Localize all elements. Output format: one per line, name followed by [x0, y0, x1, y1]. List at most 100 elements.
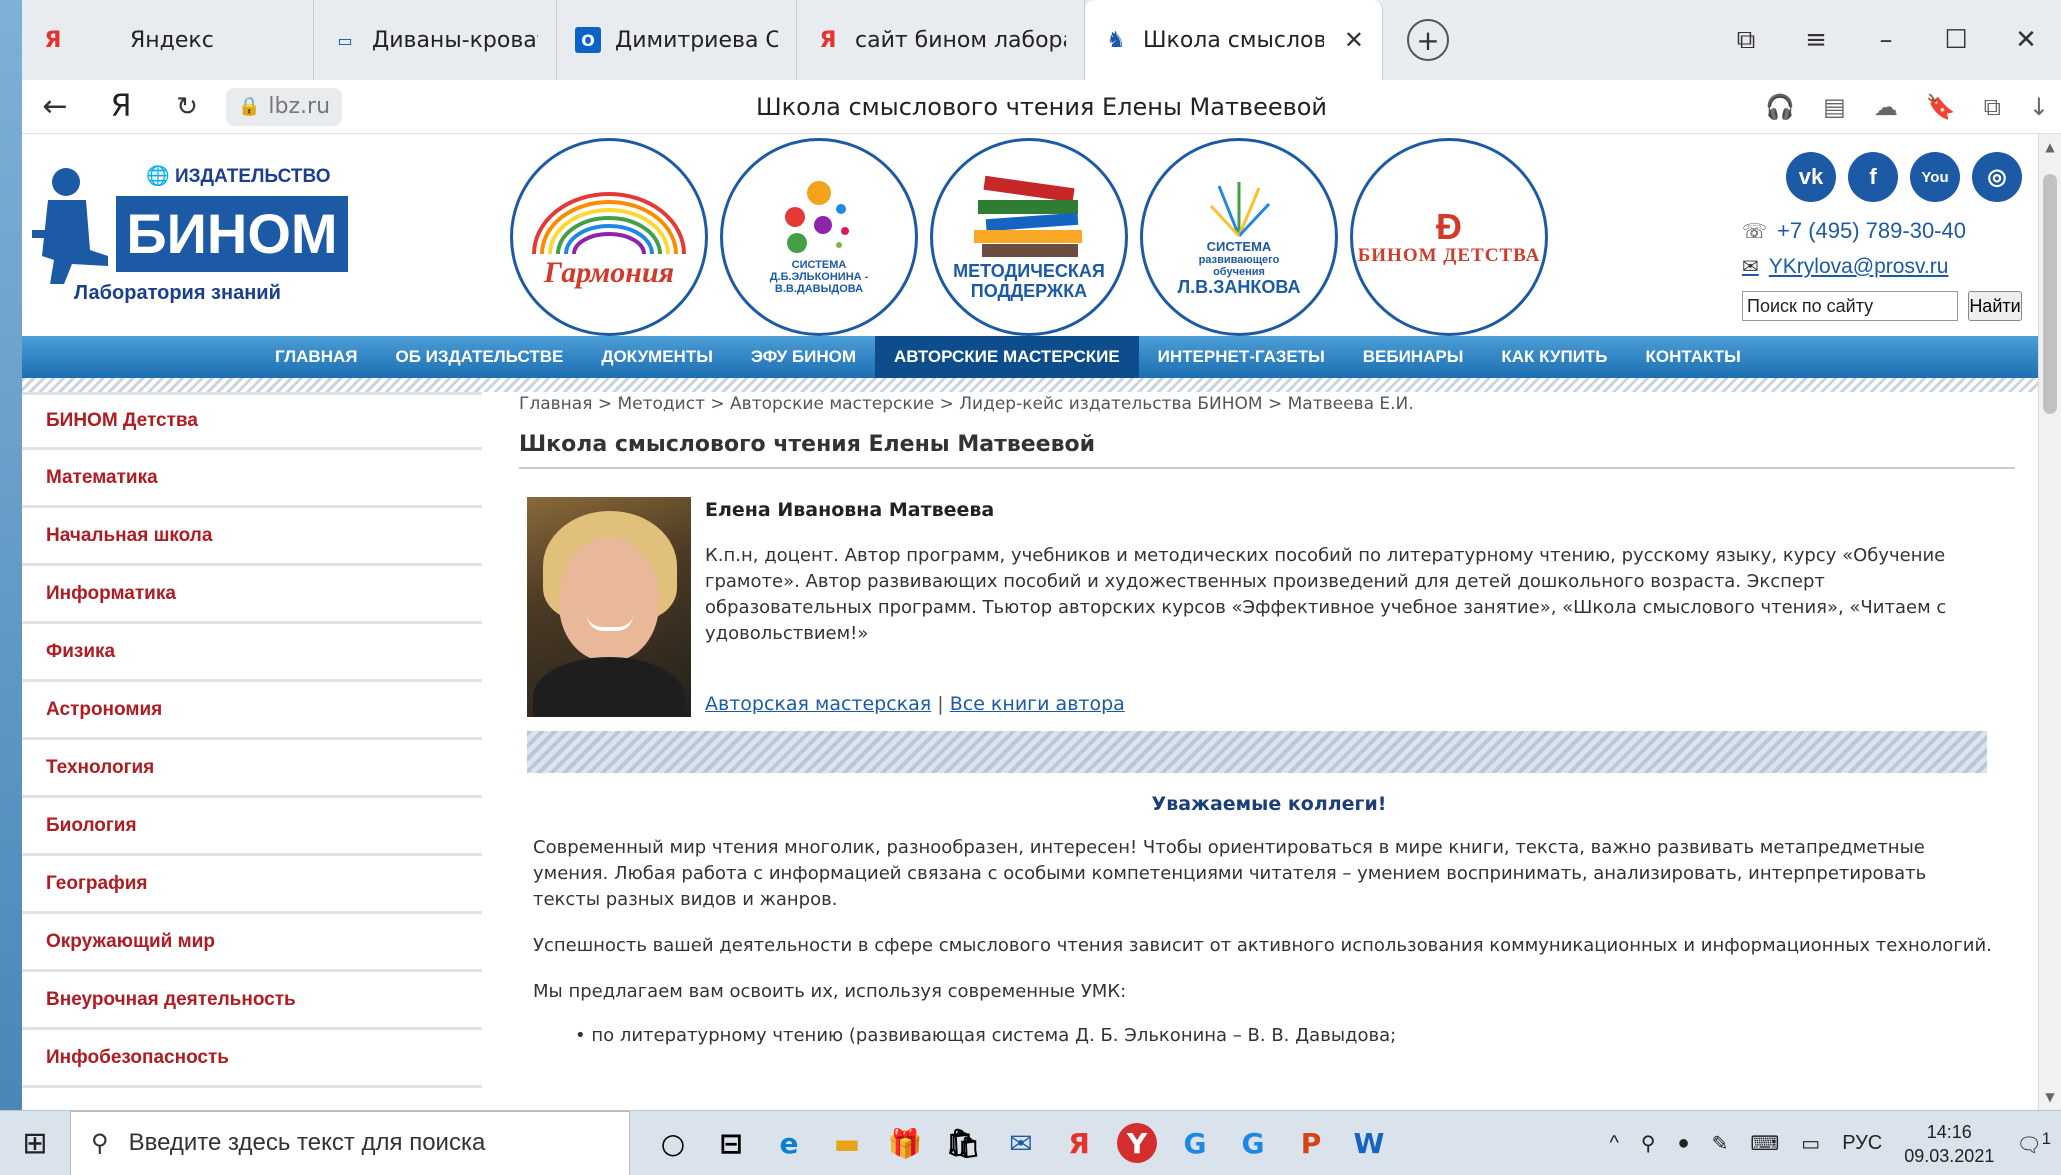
clock[interactable]: 14:16 09.03.2021	[1904, 1120, 1994, 1168]
close-window-icon[interactable]: ✕	[1991, 25, 2061, 55]
instagram-icon[interactable]: ◎	[1972, 152, 2022, 202]
word-icon[interactable]: W	[1340, 1111, 1398, 1175]
language-indicator[interactable]: РУС	[1842, 1132, 1882, 1155]
tray-search-icon[interactable]: ⚲	[1641, 1131, 1656, 1156]
facebook-icon[interactable]: f	[1848, 152, 1898, 202]
nav-documents[interactable]: ДОКУМЕНТЫ	[582, 336, 732, 378]
site-search-input[interactable]	[1742, 291, 1958, 321]
ikea-icon: ▭	[337, 30, 353, 50]
vk-icon[interactable]: vk	[1786, 152, 1836, 202]
author-links: Авторская мастерская | Все книги автора	[705, 693, 1125, 715]
phone-number[interactable]: +7 (495) 789-30-40	[1777, 218, 1966, 244]
author-books-link[interactable]: Все книги автора	[950, 693, 1125, 715]
scroll-up-icon[interactable]: ▲	[2039, 140, 2061, 154]
circle-method[interactable]: МЕТОДИЧЕСКАЯ ПОДДЕРЖКА	[930, 138, 1128, 336]
circle-label: Л.В.ЗАНКОВА	[1177, 277, 1301, 298]
tab-search-binom[interactable]: Я сайт бином лаборатори	[797, 0, 1085, 80]
sidebar-item[interactable]: Технология	[22, 740, 482, 798]
nav-how-to-buy[interactable]: КАК КУПИТЬ	[1482, 336, 1626, 378]
sidebar-item[interactable]: Физика	[22, 624, 482, 682]
explorer-icon[interactable]: ▬	[818, 1111, 876, 1175]
edge-icon[interactable]: e	[760, 1111, 818, 1175]
search-button[interactable]: Найти	[1968, 291, 2022, 321]
sidebar-item[interactable]: Окружающий мир	[22, 914, 482, 972]
yandex-app-icon[interactable]: Я	[1050, 1111, 1108, 1175]
circle-garmonia[interactable]: Гармония	[510, 138, 708, 336]
powerpoint-icon[interactable]: P	[1282, 1111, 1340, 1175]
circle-elkonin[interactable]: СИСТЕМА Д.Б.ЭЛЬКОНИНА - В.В.ДАВЫДОВА	[720, 138, 918, 336]
scroll-thumb[interactable]	[2043, 174, 2057, 414]
tab-active-school[interactable]: ♞ Школа смыслового ч ✕	[1085, 0, 1383, 80]
yandex-home-icon[interactable]: Я	[88, 89, 154, 124]
sidebar-item[interactable]: Информатика	[22, 566, 482, 624]
nav-newspapers[interactable]: ИНТЕРНЕТ-ГАЗЕТЫ	[1139, 336, 1344, 378]
scroll-down-icon[interactable]: ▼	[2039, 1090, 2061, 1104]
tab-yandex[interactable]: Я Яндекс	[22, 0, 314, 80]
youtube-icon[interactable]: You	[1910, 152, 1960, 202]
gift-icon[interactable]: 🎁	[876, 1111, 934, 1175]
menu-icon[interactable]: ≡	[1781, 25, 1851, 55]
binom-logo[interactable]: 🌐 ИЗДАТЕЛЬСТВО БИНОМ Лаборатория знаний	[28, 160, 368, 310]
nav-contacts[interactable]: КОНТАКТЫ	[1627, 336, 1760, 378]
sidebar-item[interactable]: Математика	[22, 450, 482, 508]
notifications-icon[interactable]: 🗨1	[2016, 1129, 2051, 1158]
crumb-home[interactable]: Главная	[519, 394, 592, 414]
reload-icon[interactable]: ↻	[154, 92, 220, 122]
sidebar-item[interactable]: Внеурочная деятельность	[22, 972, 482, 1030]
nav-about[interactable]: ОБ ИЗДАТЕЛЬСТВЕ	[376, 336, 582, 378]
circle-zankov[interactable]: СИСТЕМА развивающего обучения Л.В.ЗАНКОВ…	[1140, 138, 1338, 336]
crumb-leader-case[interactable]: Лидер-кейс издательства БИНОМ	[959, 394, 1262, 414]
list-item: • по литературному чтению (развивающая с…	[575, 1025, 1397, 1046]
tray-app-icon[interactable]: ●	[1678, 1132, 1690, 1155]
reader-mode-icon[interactable]: ▤	[1823, 93, 1846, 121]
sidebar-item[interactable]: Начальная школа	[22, 508, 482, 566]
sidebar-item[interactable]: Биология	[22, 798, 482, 856]
new-tab-button[interactable]: +	[1407, 19, 1449, 61]
url-text: lbz.ru	[268, 94, 331, 119]
bookmark-icon[interactable]: 🔖	[1926, 93, 1956, 121]
circle-detstva[interactable]: Ð БИНОМ ДЕТСТВА	[1350, 138, 1548, 336]
nav-webinars[interactable]: ВЕБИНАРЫ	[1344, 336, 1483, 378]
workshop-link[interactable]: Авторская мастерская	[705, 693, 931, 715]
sidebar-item[interactable]: География	[22, 856, 482, 914]
windows-start-icon[interactable]: ⊞	[0, 1111, 70, 1175]
author-name: Елена Ивановна Матвеева	[705, 499, 995, 521]
browser-tools: 🎧 ▤ ☁ 🔖 ⧉ ↓	[1765, 80, 2049, 134]
display-icon[interactable]: ▭	[1801, 1131, 1820, 1156]
url-field[interactable]: 🔒 lbz.ru	[226, 87, 343, 126]
collections-icon[interactable]: ⧉	[1984, 93, 2001, 121]
close-tab-icon[interactable]: ✕	[1344, 26, 1364, 54]
taskbar-search[interactable]: ⚲ Введите здесь текст для поиска	[70, 1110, 630, 1175]
nav-home[interactable]: ГЛАВНАЯ	[256, 336, 376, 378]
page-scrollbar[interactable]: ▲ ▼	[2038, 134, 2061, 1110]
nav-efu[interactable]: ЭФУ БИНОМ	[732, 336, 875, 378]
keyboard-icon[interactable]: ⌨	[1750, 1131, 1779, 1156]
crumb-workshops[interactable]: Авторские мастерские	[730, 394, 934, 414]
tab-divany[interactable]: ▭ Диваны-кровати и кресл	[314, 0, 557, 80]
sidebar-item[interactable]: Астрономия	[22, 682, 482, 740]
paragraph: Современный мир чтения многолик, разнооб…	[533, 837, 1927, 910]
sidebar-item[interactable]: БИНОМ Детства	[22, 392, 482, 450]
headphones-icon[interactable]: 🎧	[1765, 93, 1795, 121]
sprout-icon	[1209, 181, 1271, 237]
tray-expand-icon[interactable]: ^	[1610, 1132, 1619, 1155]
mail-icon[interactable]: ✉	[992, 1111, 1050, 1175]
back-icon[interactable]: ←	[22, 89, 88, 124]
minimize-icon[interactable]: –	[1851, 25, 1921, 55]
tab-outlook[interactable]: O Димитриева Светлана В	[557, 0, 797, 80]
maximize-icon[interactable]: ☐	[1921, 25, 1991, 55]
sidebar-item[interactable]: Инфобезопасность	[22, 1030, 482, 1088]
email-link[interactable]: YKrylova@prosv.ru	[1769, 255, 1949, 279]
yandex-browser-icon[interactable]: Y	[1117, 1123, 1157, 1163]
store-icon[interactable]: 🛍	[934, 1111, 992, 1175]
pen-icon[interactable]: ✎	[1712, 1131, 1729, 1156]
app-g1-icon[interactable]: G	[1166, 1111, 1224, 1175]
tabs-overview-icon[interactable]: ⧉	[1711, 25, 1781, 56]
task-view-icon[interactable]: ⊟	[702, 1111, 760, 1175]
cortana-icon[interactable]: ○	[644, 1111, 702, 1175]
download-icon[interactable]: ↓	[2029, 93, 2049, 121]
app-g2-icon[interactable]: G	[1224, 1111, 1282, 1175]
crumb-methodist[interactable]: Методист	[618, 394, 705, 414]
nav-workshops[interactable]: АВТОРСКИЕ МАСТЕРСКИЕ	[875, 336, 1139, 378]
protect-icon[interactable]: ☁	[1874, 93, 1898, 121]
